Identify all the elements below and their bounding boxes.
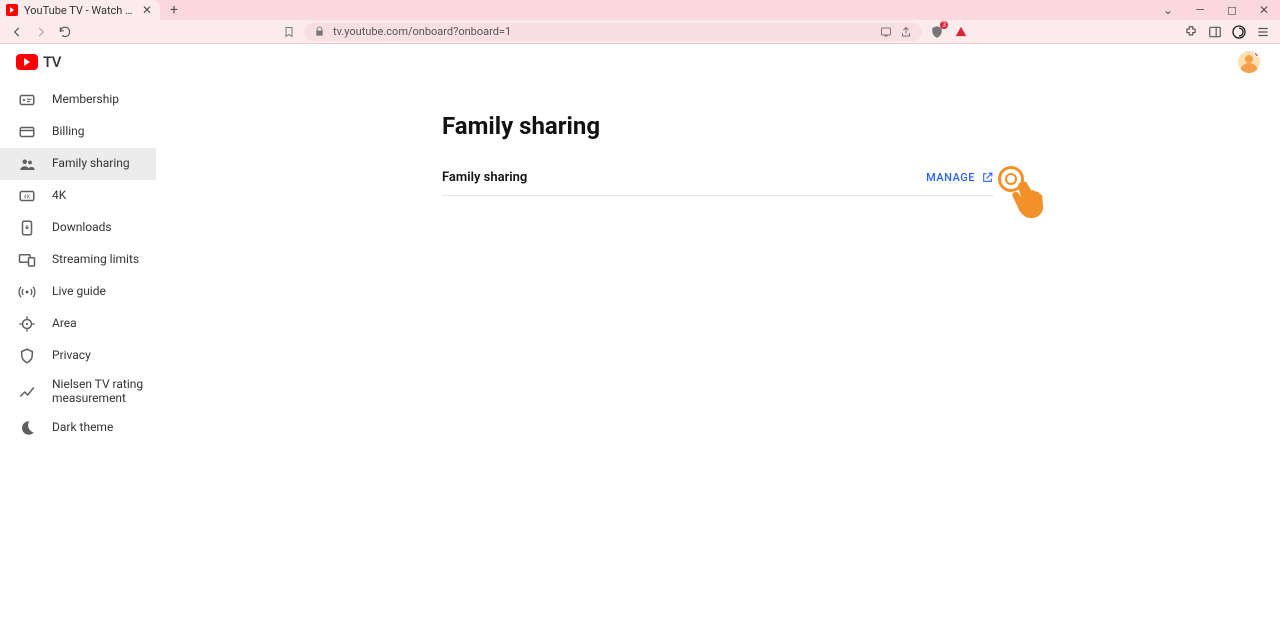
pointer-ripple-icon xyxy=(998,166,1024,192)
youtube-tv-logo[interactable]: TV xyxy=(16,53,61,71)
analytics-icon xyxy=(18,383,36,401)
devices-icon xyxy=(18,251,36,269)
sidebar-item-label: 4K xyxy=(52,189,66,203)
nav-forward-button[interactable] xyxy=(32,23,50,41)
family-sharing-label: Family sharing xyxy=(442,170,527,185)
4k-icon: 4K xyxy=(18,187,36,205)
sidebar-item-label: Membership xyxy=(52,93,119,107)
sidebar-item-label: Family sharing xyxy=(52,157,130,171)
reload-icon xyxy=(58,25,72,39)
arrow-right-icon xyxy=(34,25,48,39)
location-icon xyxy=(18,315,36,333)
sidebar-item-family-sharing[interactable]: Family sharing xyxy=(0,148,156,180)
youtube-play-icon xyxy=(16,54,38,70)
settings-sidebar: Membership Billing Family sharing 4K 4K … xyxy=(0,80,156,644)
sidebar-item-privacy[interactable]: Privacy xyxy=(0,340,156,372)
sidebar-item-live-guide[interactable]: Live guide xyxy=(0,276,156,308)
arrow-left-icon xyxy=(10,25,24,39)
profile-swirl-icon xyxy=(1231,24,1247,40)
nav-reload-button[interactable] xyxy=(56,23,74,41)
sidebar-item-nielsen[interactable]: Nielsen TV rating measurement xyxy=(0,372,156,412)
main-content: Family sharing Family sharing MANAGE xyxy=(156,80,1280,644)
sidebar-item-membership[interactable]: Membership xyxy=(0,84,156,116)
app-header: TV xyxy=(0,44,1280,80)
address-bar-url: tv.youtube.com/onboard?onboard=1 xyxy=(333,25,872,38)
sidebar-item-label: Streaming limits xyxy=(52,253,139,267)
chrome-menu-button[interactable] xyxy=(1254,23,1272,41)
sidebar-item-label: Live guide xyxy=(52,285,106,299)
bookmark-page-icon[interactable] xyxy=(280,23,298,41)
share-icon[interactable] xyxy=(900,26,912,38)
tab-close-icon[interactable]: ✕ xyxy=(142,3,152,17)
notification-dot-icon xyxy=(1254,51,1260,57)
lock-icon xyxy=(314,26,325,37)
address-bar[interactable]: tv.youtube.com/onboard?onboard=1 xyxy=(304,23,922,41)
sidebar-item-label: Billing xyxy=(52,125,85,139)
browser-tab-strip: YouTube TV - Watch & DVR Live S ✕ + ⌄ — … xyxy=(0,0,1280,20)
nav-back-button[interactable] xyxy=(8,23,26,41)
logo-text: TV xyxy=(43,53,61,71)
brave-shields-icon[interactable]: 3 xyxy=(928,23,946,41)
account-avatar[interactable] xyxy=(1238,51,1260,73)
brave-rewards-icon[interactable] xyxy=(952,23,970,41)
browser-toolbar: tv.youtube.com/onboard?onboard=1 3 xyxy=(0,20,1280,44)
window-close-button[interactable]: ✕ xyxy=(1248,0,1280,20)
sidebar-item-dark-theme[interactable]: Dark theme xyxy=(0,412,156,444)
window-minimize-button[interactable]: — xyxy=(1184,0,1216,20)
sidebar-item-label: Nielsen TV rating measurement xyxy=(52,378,156,406)
youtube-favicon-icon xyxy=(6,4,18,16)
shields-badge-count: 3 xyxy=(940,21,948,29)
moon-icon xyxy=(18,419,36,437)
sidebar-item-label: Dark theme xyxy=(52,421,113,435)
sidebar-item-label: Area xyxy=(52,317,77,331)
sidebar-item-streaming-limits[interactable]: Streaming limits xyxy=(0,244,156,276)
manage-button-label: MANAGE xyxy=(926,171,975,184)
app-body: Membership Billing Family sharing 4K 4K … xyxy=(0,80,1280,644)
open-in-new-icon xyxy=(981,171,994,184)
people-icon xyxy=(18,155,36,173)
shield-icon xyxy=(18,347,36,365)
sidebar-item-area[interactable]: Area xyxy=(0,308,156,340)
broadcast-icon xyxy=(18,283,36,301)
family-sharing-row: Family sharing MANAGE xyxy=(442,166,994,196)
new-tab-button[interactable]: + xyxy=(160,0,188,20)
credit-card-icon xyxy=(18,123,36,141)
install-app-icon[interactable] xyxy=(880,26,892,38)
tutorial-pointer-overlay xyxy=(998,166,1024,192)
sidebar-item-billing[interactable]: Billing xyxy=(0,116,156,148)
extensions-button[interactable] xyxy=(1182,23,1200,41)
manage-family-sharing-button[interactable]: MANAGE xyxy=(926,171,994,184)
panel-icon xyxy=(1208,25,1222,39)
browser-tab-title: YouTube TV - Watch & DVR Live S xyxy=(24,4,136,17)
rewards-triangle-icon xyxy=(954,25,968,39)
profile-button[interactable] xyxy=(1230,23,1248,41)
window-maximize-button[interactable]: ◻ xyxy=(1216,0,1248,20)
hamburger-icon xyxy=(1256,25,1270,39)
sidepanel-button[interactable] xyxy=(1206,23,1224,41)
pointing-hand-icon xyxy=(1008,176,1052,220)
browser-tab[interactable]: YouTube TV - Watch & DVR Live S ✕ xyxy=(0,0,160,20)
puzzle-icon xyxy=(1184,25,1198,39)
sidebar-item-4k[interactable]: 4K 4K xyxy=(0,180,156,212)
svg-text:4K: 4K xyxy=(24,194,31,200)
sidebar-item-label: Privacy xyxy=(52,349,91,363)
sidebar-item-downloads[interactable]: Downloads xyxy=(0,212,156,244)
download-device-icon xyxy=(18,219,36,237)
sidebar-item-label: Downloads xyxy=(52,221,112,235)
membership-card-icon xyxy=(18,91,36,109)
page-title: Family sharing xyxy=(442,112,600,140)
chrome-search-tabs-icon[interactable]: ⌄ xyxy=(1152,0,1184,20)
